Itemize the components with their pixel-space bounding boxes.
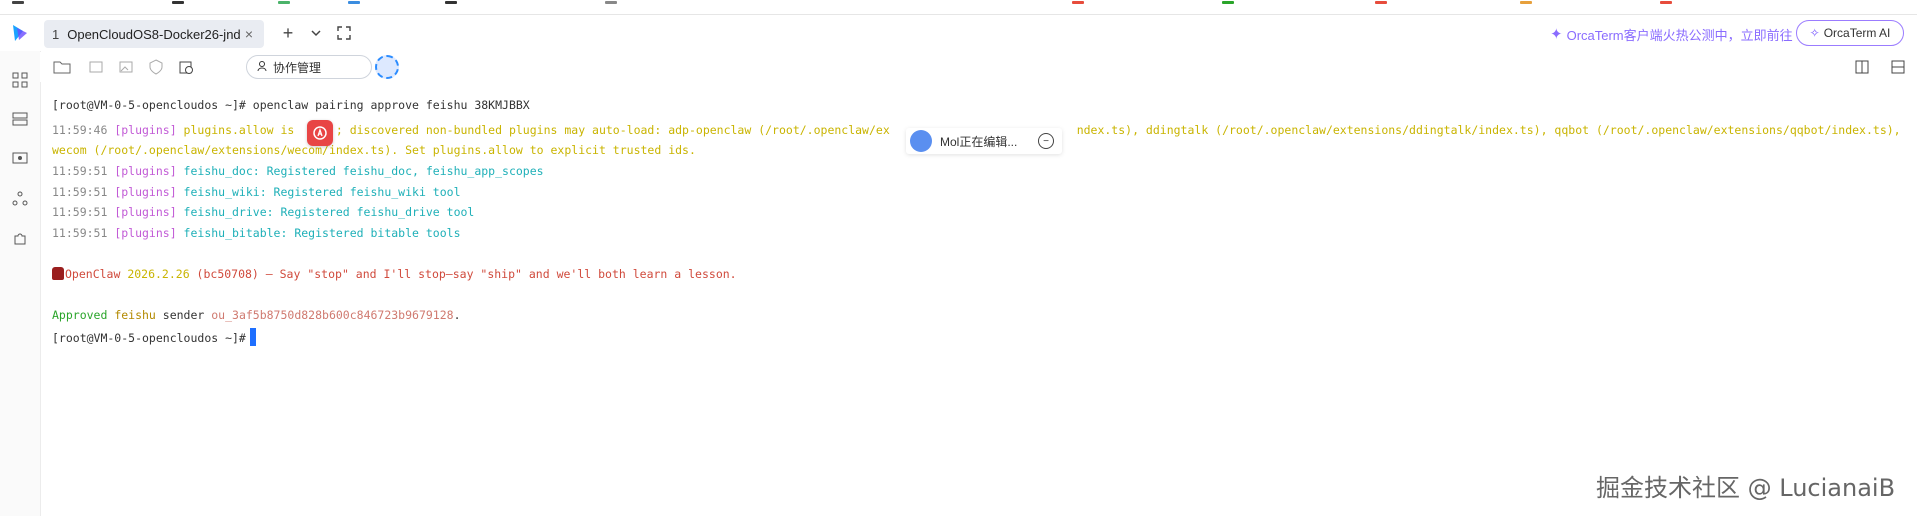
approved-dot: . — [453, 308, 461, 322]
tab-title: OpenCloudOS8-Docker26-jndo — [67, 26, 240, 42]
editing-text: Mol正在编辑... — [940, 134, 1018, 149]
log-line-wecom: wecom (/root/.openclaw/extensions/wecom/… — [52, 143, 696, 157]
plugin-puzzle-icon[interactable] — [9, 228, 31, 250]
approved-sender: sender — [155, 308, 212, 322]
top-edge-strip — [0, 0, 1917, 15]
banner-name: OpenClaw — [65, 267, 128, 281]
log-time: 11:59:51 — [52, 226, 115, 240]
log-text: feishu_wiki: Registered feishu_wiki tool — [176, 185, 461, 199]
watermark: 掘金技术社区 @ LucianaiB — [1596, 474, 1896, 502]
server-list-icon[interactable] — [9, 108, 31, 130]
log-line-feishu-wiki: 11:59:51 [plugins] feishu_wiki: Register… — [52, 184, 461, 200]
prompt-text: [root@VM-0-5-opencloudos ~]# — [52, 331, 246, 345]
tab-bar: 1 OpenCloudOS8-Docker26-jndo × + ✦ OrcaT… — [0, 15, 1917, 51]
security-icon[interactable] — [146, 57, 166, 77]
split-vertical-icon[interactable] — [1852, 57, 1872, 77]
log-time: 11:59:46 — [52, 123, 115, 137]
ai-button-label: OrcaTerm AI — [1823, 26, 1891, 40]
promo-banner[interactable]: ✦ OrcaTerm客户端火热公测中，立即前往 — [1550, 23, 1793, 45]
log-time: 11:59:51 — [52, 185, 115, 199]
log-text: feishu_bitable: Registered bitable tools — [176, 226, 461, 240]
promo-text: OrcaTerm客户端火热公测中，立即前往 — [1566, 27, 1793, 43]
approved-channel: feishu — [114, 308, 156, 322]
upload-icon[interactable] — [86, 57, 106, 77]
collab-editing-popup[interactable]: Mol正在编辑... − — [906, 128, 1062, 154]
fullscreen-icon[interactable] — [333, 22, 355, 44]
log-text: feishu_drive: Registered feishu_drive to… — [176, 205, 475, 219]
log-tag: [plugins] — [114, 164, 177, 178]
sftp-folder-icon[interactable] — [52, 57, 72, 77]
history-icon[interactable] — [176, 57, 196, 77]
log-line-feishu-doc: 11:59:51 [plugins] feishu_doc: Registere… — [52, 163, 544, 179]
log-line-feishu-drive: 11:59:51 [plugins] feishu_drive: Registe… — [52, 204, 474, 220]
orcaterm-ai-button[interactable]: ✧ OrcaTerm AI — [1796, 20, 1904, 46]
approved-word: Approved — [52, 308, 115, 322]
openclaw-banner: OpenClaw 2026.2.26 (bc50708) — Say "stop… — [52, 266, 737, 282]
tab-close-icon[interactable]: × — [240, 26, 258, 42]
collab-manage-button[interactable]: 协作管理 — [246, 55, 372, 79]
network-icon[interactable] — [9, 188, 31, 210]
command-line: [root@VM-0-5-opencloudos ~]# openclaw pa… — [52, 98, 530, 112]
log-tag: [plugins] — [114, 205, 177, 219]
image-icon[interactable] — [116, 57, 136, 77]
collab-label: 协作管理 — [273, 60, 322, 75]
sparkle-icon: ✦ — [1550, 26, 1563, 43]
banner-version: 2026.2.26 — [127, 267, 190, 281]
collaborator-avatar[interactable] — [375, 55, 399, 79]
text-cursor — [249, 328, 256, 346]
log-tag: [plugins] — [114, 226, 177, 240]
user-add-icon — [257, 60, 269, 75]
log-line-feishu-bitable: 11:59:51 [plugins] feishu_bitable: Regis… — [52, 225, 461, 241]
log-time: 11:59:51 — [52, 164, 115, 178]
log-tag: [plugins] — [114, 185, 177, 199]
ai-sparkle-icon: ✧ — [1809, 26, 1820, 40]
log-tag: [plugins] — [114, 123, 177, 137]
apps-grid-icon[interactable] — [9, 69, 31, 91]
add-tab-button[interactable]: + — [277, 22, 299, 44]
approved-line: Approved feishu sender ou_3af5b8750d828b… — [52, 307, 461, 323]
editor-avatar — [910, 130, 932, 152]
split-horizontal-icon[interactable] — [1888, 57, 1908, 77]
approved-id: ou_3af5b8750d828b600c846723b9679128 — [211, 308, 454, 322]
banner-tagline: (bc50708) — Say "stop" and I'll stop—say… — [189, 267, 737, 281]
minimize-icon[interactable]: − — [1038, 133, 1054, 149]
app-logo-icon — [9, 22, 31, 44]
log-time: 11:59:51 — [52, 205, 115, 219]
monitor-icon[interactable] — [9, 148, 31, 170]
left-sidebar — [0, 51, 41, 516]
tab-session[interactable]: 1 OpenCloudOS8-Docker26-jndo × — [44, 20, 264, 48]
log-text: feishu_doc: Registered feishu_doc, feish… — [176, 164, 544, 178]
tab-number: 1 — [52, 26, 60, 42]
lobster-icon — [52, 267, 64, 280]
terminal-toolbar: 协作管理 — [40, 52, 1917, 82]
chevron-down-icon[interactable] — [305, 22, 327, 44]
alert-badge-icon[interactable] — [307, 120, 333, 146]
prompt-line[interactable]: [root@VM-0-5-opencloudos ~]# — [52, 328, 256, 346]
